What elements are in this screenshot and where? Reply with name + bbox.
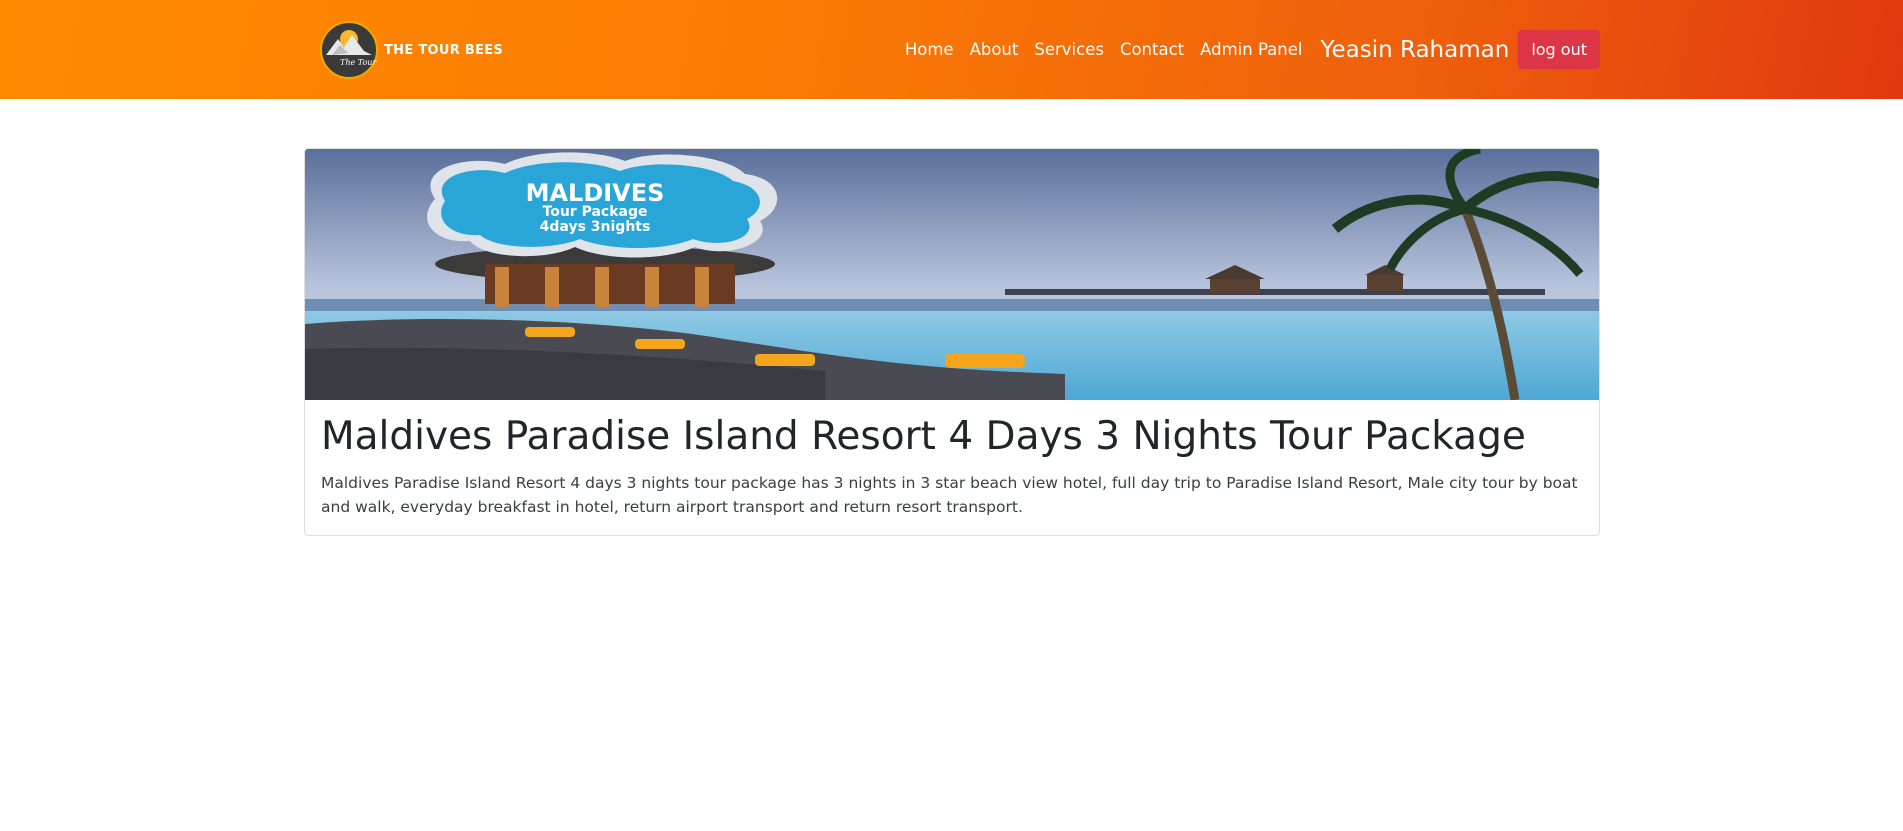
badge-line-2: 4days 3nights	[540, 219, 651, 235]
nav-about-link[interactable]: About	[970, 40, 1019, 59]
navbar-container: The Tour Bees THE TOUR BEES Home About S…	[304, 0, 1600, 99]
tour-bees-logo-icon: The Tour Bees	[320, 21, 378, 79]
brand-link[interactable]: The Tour Bees THE TOUR BEES	[320, 21, 503, 79]
badge-title: MALDIVES	[526, 179, 665, 207]
tour-package-card: MALDIVES Tour Package 4days 3nights Mald…	[304, 148, 1600, 536]
user-name: Yeasin Rahaman	[1320, 36, 1510, 63]
nav-admin-panel-link[interactable]: Admin Panel	[1200, 40, 1302, 59]
badge-line-1: Tour Package	[543, 204, 648, 220]
nav-services-link[interactable]: Services	[1034, 40, 1104, 59]
package-description: Maldives Paradise Island Resort 4 days 3…	[321, 474, 1578, 516]
nav-links: Home About Services Contact Admin Panel …	[905, 30, 1600, 69]
nav-contact-link[interactable]: Contact	[1120, 40, 1184, 59]
logo-script-text: The Tour Bees	[340, 58, 378, 67]
logout-button[interactable]: log out	[1518, 30, 1600, 69]
maldives-badge: MALDIVES Tour Package 4days 3nights	[427, 152, 778, 258]
nav-home-link[interactable]: Home	[905, 40, 954, 59]
maldives-resort-image: MALDIVES Tour Package 4days 3nights	[305, 149, 1599, 400]
package-title: Maldives Paradise Island Resort 4 Days 3…	[321, 414, 1526, 459]
navbar: The Tour Bees THE TOUR BEES Home About S…	[0, 0, 1903, 99]
brand-name: THE TOUR BEES	[384, 42, 504, 58]
